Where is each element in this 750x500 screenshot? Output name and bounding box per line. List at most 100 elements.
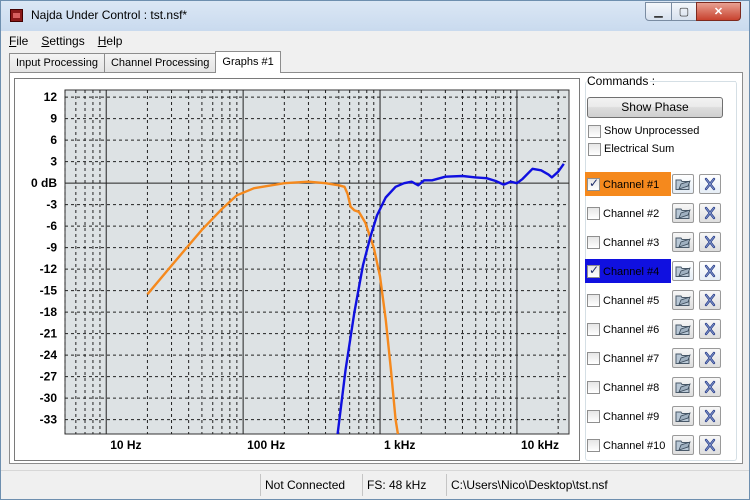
channel-7-label: Channel #7 (603, 352, 660, 365)
channel-8-checkbox[interactable] (587, 381, 600, 394)
channel-1-selector[interactable]: Channel #1 (585, 172, 671, 196)
channel-6-edit-button[interactable] (672, 319, 694, 339)
channel-3-selector[interactable]: Channel #3 (585, 230, 671, 254)
channel-5-checkbox[interactable] (587, 294, 600, 307)
tab-strip: Input Processing Channel Processing Grap… (9, 51, 281, 73)
y-tick-label: 3 (50, 155, 57, 169)
channel-2-checkbox[interactable] (587, 207, 600, 220)
show-unprocessed-checkbox[interactable]: Show Unprocessed (588, 123, 699, 139)
channel-7-checkbox[interactable] (587, 352, 600, 365)
graphs-tab-panel: 12 9 6 3 0 dB -3 -6 -9 -12 -15 -18 -21 -24 -27 -30 -33 1… (9, 72, 743, 464)
channel-row-4: Channel #4 (585, 259, 726, 283)
channel-7-edit-button[interactable] (672, 348, 694, 368)
window-title: Najda Under Control : tst.nsf* (31, 8, 188, 22)
folder-edit-icon (675, 179, 691, 190)
tab-channel-processing[interactable]: Channel Processing (103, 53, 217, 73)
channel-7-selector[interactable]: Channel #7 (585, 346, 671, 370)
channel-6-selector[interactable]: Channel #6 (585, 317, 671, 341)
y-tick-label: -27 (40, 370, 58, 384)
commands-label: Commands : (587, 74, 656, 88)
channel-9-selector[interactable]: Channel #9 (585, 404, 671, 428)
channel-9-edit-button[interactable] (672, 406, 694, 426)
y-tick-label: -24 (40, 348, 58, 362)
tab-graphs-1[interactable]: Graphs #1 (215, 51, 281, 73)
status-bar: Not Connected FS: 48 kHz C:\Users\Nico\D… (1, 470, 749, 499)
channel-6-checkbox[interactable] (587, 323, 600, 336)
channel-1-checkbox[interactable] (587, 176, 600, 191)
y-tick-label: 12 (44, 90, 58, 104)
y-tick-label: -9 (46, 241, 57, 255)
channel-1-mute-button[interactable] (699, 174, 721, 194)
channel-8-edit-button[interactable] (672, 377, 694, 397)
channel-9-checkbox[interactable] (587, 410, 600, 423)
electrical-sum-checkbox[interactable]: Electrical Sum (588, 141, 674, 157)
channel-2-edit-button[interactable] (672, 203, 694, 223)
channel-3-mute-button[interactable] (699, 232, 721, 252)
maximize-icon: ▢ (678, 6, 690, 18)
channel-8-mute-button[interactable] (699, 377, 721, 397)
channel-8-selector[interactable]: Channel #8 (585, 375, 671, 399)
folder-edit-icon (675, 237, 691, 248)
y-tick-label: 9 (50, 112, 57, 126)
channel-2-selector[interactable]: Channel #2 (585, 201, 671, 225)
channel-7-mute-button[interactable] (699, 348, 721, 368)
y-tick-label: -15 (40, 284, 58, 298)
x-mute-icon (704, 235, 716, 249)
channel-10-mute-button[interactable] (699, 435, 721, 455)
channel-4-checkbox[interactable] (587, 263, 600, 278)
menu-settings[interactable]: Settings (41, 34, 84, 48)
app-icon[interactable] (10, 9, 23, 22)
channel-2-mute-button[interactable] (699, 203, 721, 223)
channel-3-edit-button[interactable] (672, 232, 694, 252)
commands-panel: Commands : Show Phase Show Unprocessed E… (583, 73, 743, 465)
x-mute-icon (704, 206, 716, 220)
tab-input-processing[interactable]: Input Processing (9, 53, 105, 73)
y-tick-label: -21 (40, 327, 58, 341)
channel-5-selector[interactable]: Channel #5 (585, 288, 671, 312)
x-mute-icon (704, 380, 716, 394)
channel-4-selector[interactable]: Channel #4 (585, 259, 671, 283)
channel-9-mute-button[interactable] (699, 406, 721, 426)
show-phase-button[interactable]: Show Phase (587, 97, 723, 118)
menu-file[interactable]: File (9, 34, 28, 48)
channel-3-label: Channel #3 (603, 236, 660, 249)
electrical-sum-box[interactable] (588, 142, 601, 156)
channel-6-mute-button[interactable] (699, 319, 721, 339)
channel-10-edit-button[interactable] (672, 435, 694, 455)
close-button[interactable]: ✕ (696, 2, 741, 21)
minimize-button[interactable]: ▁ (645, 2, 672, 21)
channel-5-edit-button[interactable] (672, 290, 694, 310)
title-bar[interactable]: Najda Under Control : tst.nsf* ▁ ▢ ✕ (1, 1, 749, 31)
channel-1-label: Channel #1 (603, 178, 660, 191)
folder-edit-icon (675, 353, 691, 364)
channel-4-mute-button[interactable] (699, 261, 721, 281)
y-tick-label: 0 dB (31, 176, 57, 190)
menu-help[interactable]: Help (98, 34, 123, 48)
channel-3-checkbox[interactable] (587, 236, 600, 249)
electrical-sum-label: Electrical Sum (604, 143, 675, 155)
sample-rate-status: FS: 48 kHz (362, 474, 444, 496)
y-tick-label: -33 (40, 413, 58, 427)
channel-row-2: Channel #2 (585, 201, 726, 225)
channel-10-selector[interactable]: Channel #10 (585, 433, 671, 457)
x-tick-label: 10 Hz (110, 438, 141, 452)
frequency-response-plot[interactable]: 12 9 6 3 0 dB -3 -6 -9 -12 -15 -18 -21 -24 -27 -30 -33 1… (14, 78, 580, 461)
channel-10-checkbox[interactable] (587, 439, 600, 452)
folder-edit-icon (675, 382, 691, 393)
channel-5-mute-button[interactable] (699, 290, 721, 310)
y-tick-label: 6 (50, 133, 57, 147)
show-unprocessed-box[interactable] (588, 124, 601, 138)
channel-row-10: Channel #10 (585, 433, 726, 457)
maximize-button[interactable]: ▢ (671, 2, 697, 21)
folder-edit-icon (675, 266, 691, 277)
channel-4-edit-button[interactable] (672, 261, 694, 281)
x-mute-icon (704, 351, 716, 365)
show-unprocessed-label: Show Unprocessed (604, 125, 700, 137)
channel-5-label: Channel #5 (603, 294, 660, 307)
channel-1-edit-button[interactable] (672, 174, 694, 194)
connection-status: Not Connected (260, 474, 360, 496)
y-tick-label: -12 (40, 262, 58, 276)
folder-edit-icon (675, 324, 691, 335)
frequency-response-chart[interactable]: 12 9 6 3 0 dB -3 -6 -9 -12 -15 -18 -21 -24 -27 -30 -33 1… (15, 79, 579, 460)
y-tick-label: -6 (46, 219, 57, 233)
